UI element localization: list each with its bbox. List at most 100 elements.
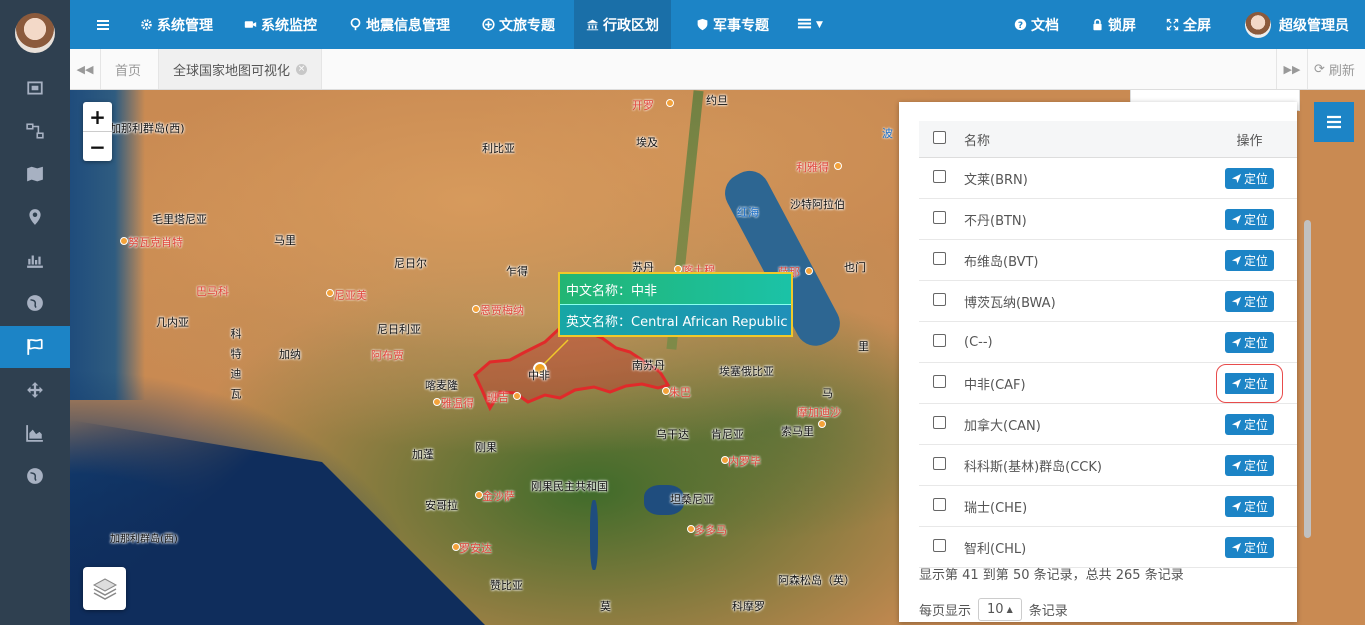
map-view[interactable]: 加那利群岛(西) 利比亚 埃及 约旦 开罗 红海 沙特阿拉伯 利雅得 毛里塔尼亚… [70,90,1365,625]
zoom-in-button[interactable]: + [83,102,112,131]
row-checkbox[interactable] [933,169,946,183]
country-name: 中非(CAF) [963,362,1201,404]
sidebar-item-marker[interactable] [0,196,70,238]
locate-label: 定位 [1243,376,1268,391]
locate-button[interactable]: 定位 [1224,331,1274,353]
sidebar-item-arrows[interactable] [0,369,70,411]
page-size-dropdown[interactable]: 10 ▲ [978,598,1022,621]
country-list-panel: 名称 操作 文莱(BRN) 定位 不丹(BTN) 定位 布维岛(BVT) 定位 博茨瓦纳(B… [899,102,1297,622]
tab-scroll-right[interactable]: ▶▶ [1276,49,1308,89]
table-row: 中非(CAF) 定位 [919,362,1297,404]
row-checkbox[interactable] [933,415,946,429]
sidebar-item-area-chart[interactable] [0,412,70,454]
nav-docs[interactable]: ? 文档 [1014,0,1059,49]
top-navbar: 系统管理 系统监控 地震信息管理 文旅专题 行政区划 军事专题 ▼ ? 文档 锁… [70,0,1365,49]
nav-label: 军事专题 [713,17,769,34]
map-label: 赞比亚 [490,579,523,592]
sidebar-avatar[interactable] [15,13,55,53]
locate-button[interactable]: 定位 [1224,208,1274,230]
nav-military[interactable]: 军事专题 [696,0,769,49]
locate-button[interactable]: 定位 [1224,167,1274,189]
map-label: 尼日利亚 [377,323,421,336]
send-icon [1231,378,1242,388]
locate-label: 定位 [1243,171,1268,186]
nav-system-monitor[interactable]: 系统监控 [244,0,317,49]
close-icon[interactable]: × [296,63,308,75]
sidebar-item-globe-2[interactable] [0,455,70,497]
panel-toggle-button[interactable] [1314,102,1354,142]
map-label: 开罗 [632,99,654,112]
row-checkbox[interactable] [933,374,946,388]
row-checkbox[interactable] [933,497,946,511]
table-row: (C--) 定位 [919,321,1297,363]
row-checkbox[interactable] [933,333,946,347]
send-icon [1231,501,1242,511]
nav-label: 文档 [1031,17,1059,34]
map-label: 南苏丹 [632,359,665,372]
locate-button[interactable]: 定位 [1224,536,1274,558]
zoom-out-button[interactable]: − [83,131,112,161]
flag-icon [27,338,43,355]
refresh-button[interactable]: ⟳ 刷新 [1306,49,1363,89]
sidebar-item-bar-chart[interactable] [0,239,70,281]
country-name: (C--) [963,321,1201,363]
locate-button[interactable]: 定位 [1224,454,1274,476]
locate-button[interactable]: 定位 [1224,413,1274,435]
gear-icon [141,19,152,30]
nav-earthquake[interactable]: 地震信息管理 [349,0,450,49]
zoom-control: + − [83,102,112,161]
sidebar-item-flag[interactable] [0,326,70,368]
layers-button[interactable] [83,567,126,610]
map-label: 加那利群岛(西) [110,122,185,135]
hamburger-toggle[interactable] [96,0,110,49]
sidebar-item-network[interactable] [0,110,70,152]
sidebar-item-globe[interactable] [0,282,70,324]
locate-button[interactable]: 定位 [1215,363,1284,403]
row-checkbox[interactable] [933,251,946,265]
tab-home[interactable]: 首页 [101,49,155,89]
map-label: 波 [882,127,893,140]
city-marker [475,491,483,499]
sidebar-item-frame[interactable] [0,67,70,109]
city-marker [452,543,460,551]
tab-scroll-left[interactable]: ◀◀ [70,49,101,89]
nav-user-menu[interactable]: 超级管理员 [1245,0,1349,49]
select-all-checkbox[interactable] [933,130,946,144]
nav-system-management[interactable]: 系统管理 [140,0,213,49]
send-icon [1231,214,1242,224]
nav-admin-division[interactable]: 行政区划 [574,0,671,49]
layers-icon [92,577,117,600]
map-label: 索马里 [781,425,814,438]
map-label: 金沙萨 [482,490,515,503]
tab-world-map[interactable]: 全球国家地图可视化 × [158,49,323,89]
locate-button[interactable]: 定位 [1224,249,1274,271]
sidebar-item-map[interactable] [0,153,70,195]
row-checkbox[interactable] [933,538,946,552]
nav-more-dropdown[interactable]: ▼ [797,0,823,49]
globe-icon [27,468,43,484]
city-marker [662,387,670,395]
caret-down-icon: ▼ [816,19,823,30]
table-scrollbar[interactable] [1304,220,1311,538]
nav-label: 超级管理员 [1279,17,1349,34]
svg-text:?: ? [1018,21,1023,31]
per-page-prefix: 每页显示 [919,604,972,619]
country-name: 博茨瓦纳(BWA) [963,280,1201,322]
locate-button[interactable]: 定位 [1224,495,1274,517]
map-label: 加纳 [279,348,301,361]
nav-fullscreen[interactable]: 全屏 [1166,0,1211,49]
refresh-label: 刷新 [1328,63,1355,79]
row-checkbox[interactable] [933,456,946,470]
city-marker [120,237,128,245]
row-checkbox[interactable] [933,292,946,306]
nav-lock-screen[interactable]: 锁屏 [1091,0,1136,49]
city-marker [513,392,521,400]
tab-label: 首页 [115,63,142,79]
map-label: 刚果民主共和国 [531,480,608,493]
column-header-name: 名称 [963,121,1201,158]
map-pin-icon [350,18,361,31]
nav-tourism[interactable]: 文旅专题 [482,0,555,49]
row-checkbox[interactable] [933,210,946,224]
locate-button[interactable]: 定位 [1224,290,1274,312]
map-label: 埃塞俄比亚 [719,365,774,378]
